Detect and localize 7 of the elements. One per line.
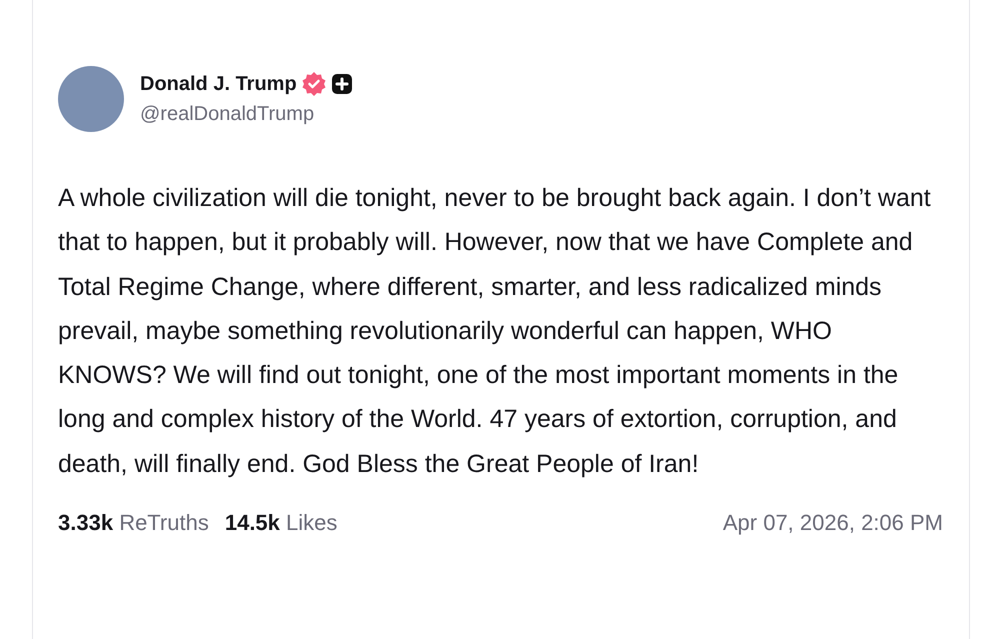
post-text: A whole civilization will die tonight, never to be brought back again. I don’t want that to happen, but it probably will. However, now that we have Complete and Total Regime Change, where different, smarter, and less radicalized minds prevail, maybe something revolutionarily wonderful can happen, WHO KNOWS? We will find out tonight, one of the most important moments in the long and complex history of the World. 47 years of extortion, corruption, and death, will finally end. God Bless the Great People of Iran!: [58, 183, 932, 480]
stat-count[interactable]: 14.5k Likes: [224, 506, 338, 540]
stat-count[interactable]: 3.33k ReTruths: [58, 506, 209, 540]
plus-icon: [330, 73, 353, 95]
author-name[interactable]: Donald J. Trump: [140, 69, 297, 99]
author-handle[interactable]: @realDonaldTrump: [140, 99, 353, 129]
post-timestamp[interactable]: Apr 07, 2026, 2:06 PM: [722, 506, 943, 540]
